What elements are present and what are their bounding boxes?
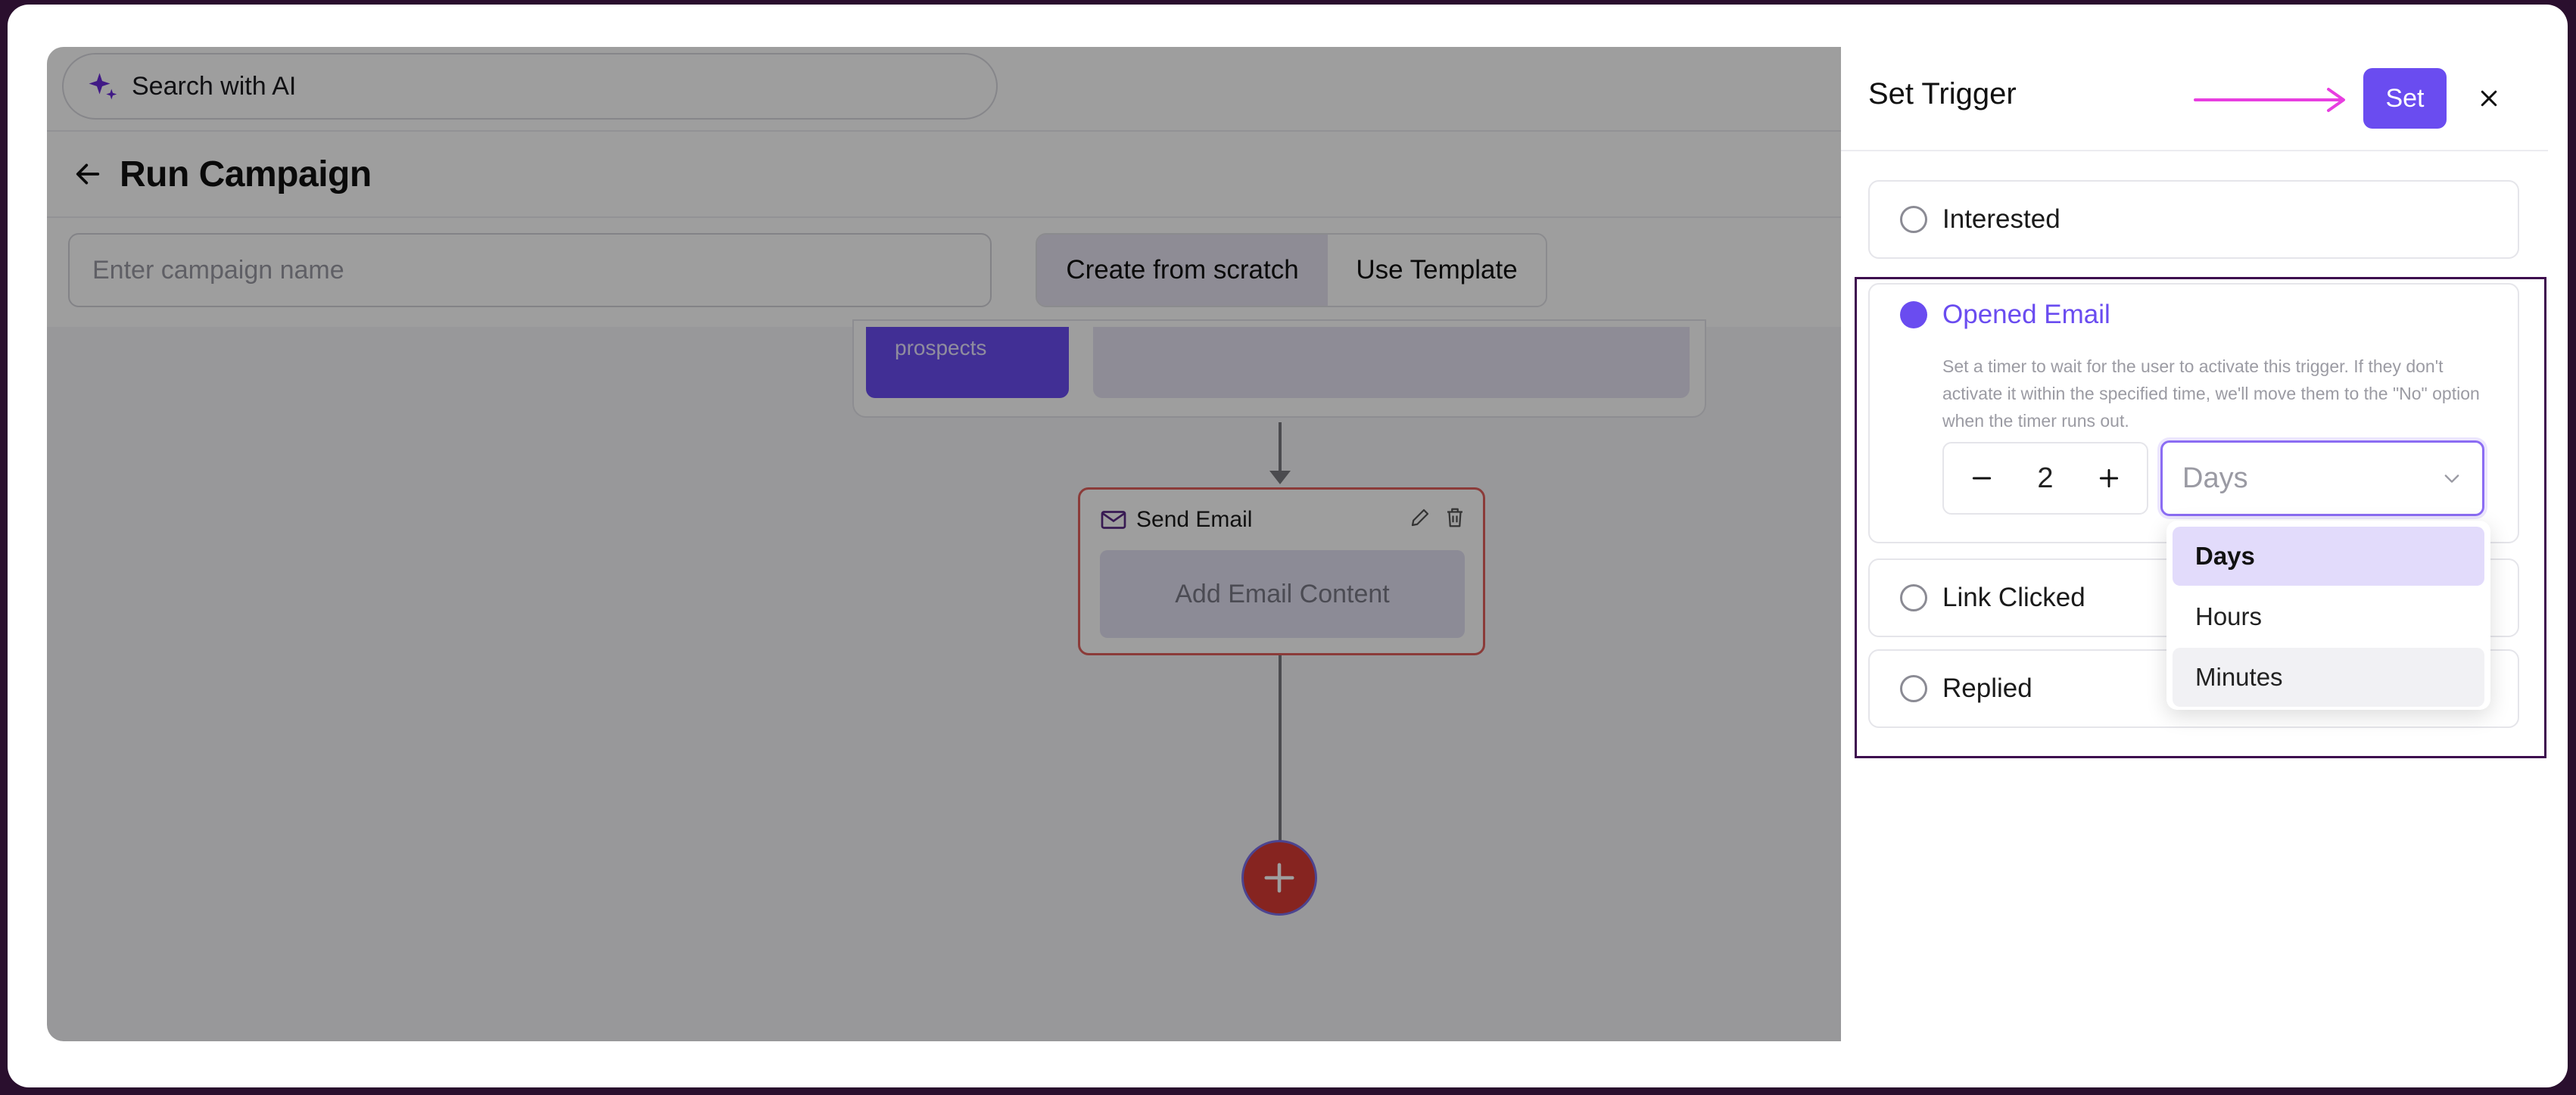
time-unit-dropdown: Days Hours Minutes — [2166, 521, 2490, 710]
minus-icon — [1972, 477, 1992, 480]
dropdown-option-minutes[interactable]: Minutes — [2173, 648, 2484, 707]
trigger-option-interested[interactable]: Interested — [1868, 180, 2519, 259]
increment-button[interactable] — [2094, 463, 2124, 493]
campaign-builder: Search with AI Run Campaign Create from … — [47, 47, 1841, 1041]
radio-button[interactable] — [1900, 206, 1927, 233]
radio-button-checked[interactable] — [1900, 301, 1927, 328]
trigger-option-label: Replied — [1942, 673, 2032, 703]
timer-stepper: 2 — [1942, 442, 2148, 515]
timer-description: Set a timer to wait for the user to acti… — [1942, 356, 2480, 431]
chevron-down-icon — [2444, 474, 2459, 483]
time-unit-select[interactable]: Days — [2160, 440, 2484, 516]
trigger-option-label: Interested — [1942, 204, 2060, 234]
trigger-option-label: Opened Email — [1942, 300, 2110, 329]
trigger-option-opened-email[interactable]: Opened Email Set a timer to wait for the… — [1868, 283, 2519, 543]
plus-icon — [2099, 468, 2119, 488]
panel-header: Set Trigger Set — [1841, 47, 2548, 151]
trigger-option-label: Link Clicked — [1942, 583, 2085, 612]
time-unit-placeholder: Days — [2182, 462, 2248, 494]
annotation-arrow-icon — [2194, 88, 2345, 112]
timer-value: 2 — [2037, 462, 2054, 494]
radio-button[interactable] — [1900, 584, 1927, 611]
app-frame: Search with AI Run Campaign Create from … — [8, 5, 2568, 1087]
dropdown-option-hours[interactable]: Hours — [2173, 587, 2484, 646]
dropdown-option-days[interactable]: Days — [2173, 527, 2484, 586]
decrement-button[interactable] — [1967, 463, 1997, 493]
set-button[interactable]: Set — [2363, 68, 2447, 129]
close-icon — [2481, 90, 2497, 107]
panel-title: Set Trigger — [1868, 77, 2017, 110]
opened-email-header: Opened Email — [1900, 300, 2110, 330]
radio-button[interactable] — [1900, 675, 1927, 702]
modal-overlay[interactable] — [47, 47, 1841, 1041]
close-button[interactable] — [2472, 82, 2506, 115]
